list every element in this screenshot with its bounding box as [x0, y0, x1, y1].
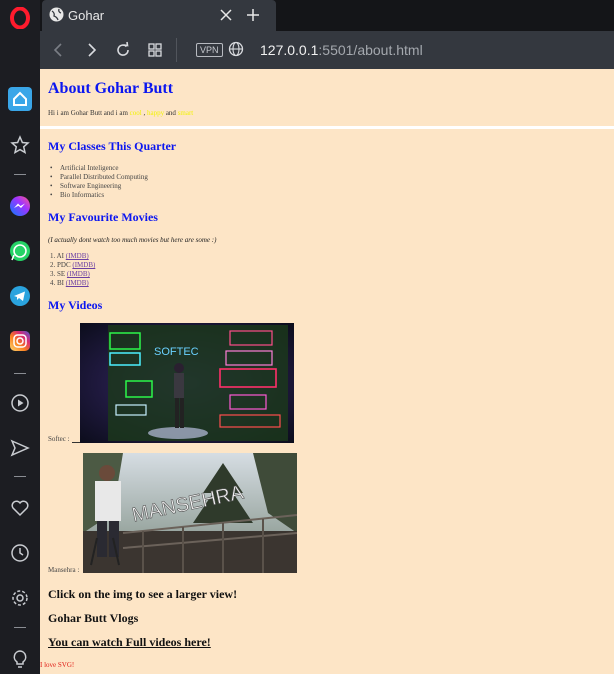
link-underline: [72, 442, 80, 443]
intro-prefix: Hi i am Gohar Butt and i am: [48, 109, 128, 117]
intro-text: Hi i am Gohar Butt and i am cool , happy…: [48, 109, 193, 117]
movie-number: 3.: [50, 270, 56, 278]
list-item: Artificial Inteligence: [50, 164, 148, 173]
svg-text: I love SVG!: [40, 661, 75, 669]
movie-name: BI: [57, 279, 64, 287]
mansehra-video-thumbnail[interactable]: MANSEHRA: [83, 453, 297, 573]
movies-note: (I actually dont watch too much movies b…: [48, 236, 217, 244]
toolbar-divider: [176, 38, 177, 62]
imdb-link[interactable]: (IMDB): [66, 252, 89, 260]
movie-name: SE: [57, 270, 66, 278]
intro-word-2: happy: [146, 109, 165, 117]
player-icon[interactable]: [8, 391, 32, 415]
list-item: 1. AI (IMDB): [50, 252, 95, 261]
instagram-icon[interactable]: [8, 329, 32, 353]
imdb-link[interactable]: (IMDB): [67, 270, 90, 278]
list-item: 2. PDC (IMDB): [50, 261, 95, 270]
movie-name: AI: [56, 252, 65, 260]
full-videos-link[interactable]: You can watch Full videos here!: [48, 635, 211, 650]
movie-number: 1.: [50, 252, 56, 260]
movie-number: 4.: [50, 279, 56, 287]
page-content: About Gohar Butt Hi i am Gohar Butt and …: [40, 69, 614, 674]
opera-logo-icon[interactable]: [8, 6, 32, 30]
list-item: 4. BI (IMDB): [50, 279, 95, 288]
telegram-icon[interactable]: [8, 284, 32, 308]
url-host: 127.0.0.1: [260, 42, 319, 58]
list-item: Software Engineering: [50, 182, 148, 191]
whatsapp-icon[interactable]: [8, 239, 32, 263]
list-item: 3. SE (IMDB): [50, 270, 95, 279]
home-icon[interactable]: [8, 87, 32, 111]
heart-icon[interactable]: [8, 496, 32, 520]
tab-title: Gohar: [68, 8, 105, 23]
sidebar-divider: [14, 627, 26, 628]
address-bar[interactable]: 127.0.0.1:5501/about.html: [260, 42, 423, 58]
list-item: Bio Informatics: [50, 191, 148, 200]
movie-number: 2.: [50, 261, 56, 269]
page-title: About Gohar Butt: [48, 80, 174, 97]
send-icon[interactable]: [8, 436, 32, 460]
video1-caption: Softec :: [48, 435, 70, 443]
new-tab-plus-icon[interactable]: [244, 6, 262, 24]
lightbulb-icon[interactable]: [8, 647, 32, 671]
softec-video-thumbnail[interactable]: SOFTEC: [80, 323, 294, 443]
imdb-link[interactable]: (IMDB): [66, 279, 89, 287]
click-instruction-text: Click on the img to see a larger view!: [48, 587, 238, 601]
browser-toolbar: VPN 127.0.0.1:5501/about.html: [40, 31, 614, 69]
close-icon[interactable]: [218, 7, 234, 23]
vlogs-title: Gohar Butt Vlogs: [48, 611, 139, 625]
video2-caption: Mansehra :: [48, 566, 80, 574]
movie-name: PDC: [57, 261, 71, 269]
vpn-badge[interactable]: VPN: [196, 43, 223, 57]
forward-icon[interactable]: [82, 41, 100, 59]
videos-heading: My Videos: [48, 298, 103, 312]
intro-word-3: smart: [177, 109, 194, 117]
intro-sep: ,: [143, 109, 146, 117]
imdb-link[interactable]: (IMDB): [72, 261, 95, 269]
messenger-icon[interactable]: [8, 194, 32, 218]
sidebar-divider: [14, 174, 26, 175]
history-icon[interactable]: [8, 541, 32, 565]
horizontal-rule: [40, 126, 614, 129]
site-info-globe-icon[interactable]: [228, 41, 246, 59]
tabs-grid-icon[interactable]: [146, 41, 164, 59]
back-icon[interactable]: [50, 41, 68, 59]
url-path: :5501/about.html: [318, 42, 423, 58]
list-item: Parallel Distributed Computing: [50, 173, 148, 182]
classes-heading: My Classes This Quarter: [48, 139, 177, 153]
movies-heading: My Favourite Movies: [48, 210, 158, 224]
intro-word-1: cool: [129, 109, 142, 117]
sidebar-divider: [14, 476, 26, 477]
classes-list: Artificial Inteligence Parallel Distribu…: [50, 164, 148, 200]
globe-icon: [49, 7, 64, 22]
settings-icon[interactable]: [8, 586, 32, 610]
opera-sidebar: [0, 0, 40, 674]
star-icon[interactable]: [8, 133, 32, 157]
softec-sign-text: SOFTEC: [154, 346, 199, 358]
intro-and: and: [165, 109, 176, 117]
sidebar-divider: [14, 373, 26, 374]
movies-list: 1. AI (IMDB) 2. PDC (IMDB) 3. SE (IMDB) …: [50, 252, 95, 288]
tab-strip: Gohar: [40, 0, 614, 31]
reload-icon[interactable]: [114, 41, 132, 59]
tab-gohar[interactable]: Gohar: [42, 0, 276, 31]
